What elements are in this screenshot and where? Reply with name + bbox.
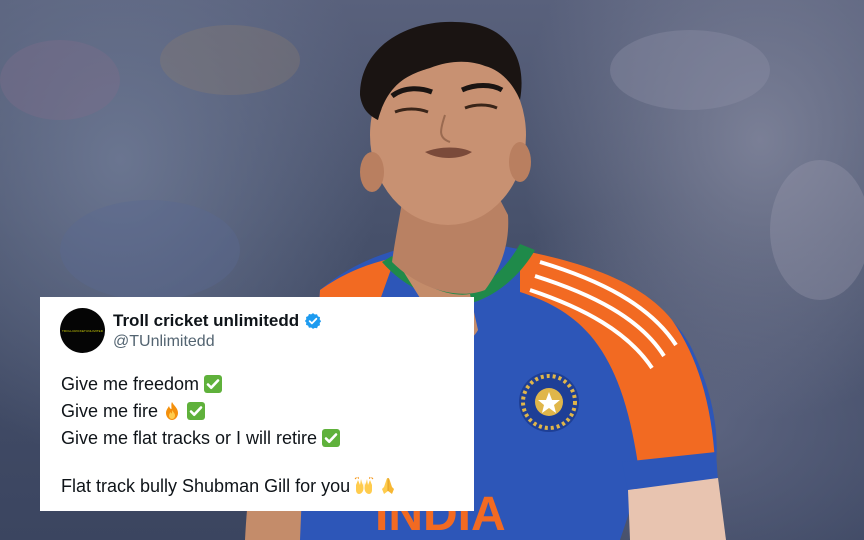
tweet-line: Flat track bully Shubman Gill for you xyxy=(61,473,461,500)
fire-emoji-icon xyxy=(162,401,182,421)
raising-hands-emoji-icon xyxy=(354,476,374,496)
check-mark-emoji-icon xyxy=(203,374,223,394)
tweet-text: Give me freedom Give me fire Give me fla… xyxy=(61,371,461,500)
avatar-logo-text: TROLLCRICKETUNLIMITED xyxy=(61,328,104,333)
check-mark-emoji-icon xyxy=(186,401,206,421)
tweet-line-text: Give me flat tracks or I will retire xyxy=(61,428,318,448)
tweet-card[interactable]: TROLLCRICKETUNLIMITED Troll cricket unli… xyxy=(40,297,474,511)
check-mark-emoji-icon xyxy=(321,428,341,448)
tweet-author-handle[interactable]: @TUnlimitedd xyxy=(113,333,215,351)
tweet-line: Give me fire xyxy=(61,398,461,425)
tweet-line-text: Flat track bully Shubman Gill for you xyxy=(61,476,351,496)
tweet-line-text: Give me fire xyxy=(61,401,159,421)
folded-hands-emoji-icon xyxy=(378,476,398,496)
tweet-line-text: Give me freedom xyxy=(61,374,200,394)
display-name-text: Troll cricket unlimitedd xyxy=(113,311,300,330)
tweet-line: Give me flat tracks or I will retire xyxy=(61,425,461,452)
verified-badge-icon xyxy=(304,312,322,330)
tweet-line: Give me freedom xyxy=(61,371,461,398)
tweet-author-name[interactable]: Troll cricket unlimitedd xyxy=(113,311,322,331)
avatar[interactable]: TROLLCRICKETUNLIMITED xyxy=(60,308,105,353)
